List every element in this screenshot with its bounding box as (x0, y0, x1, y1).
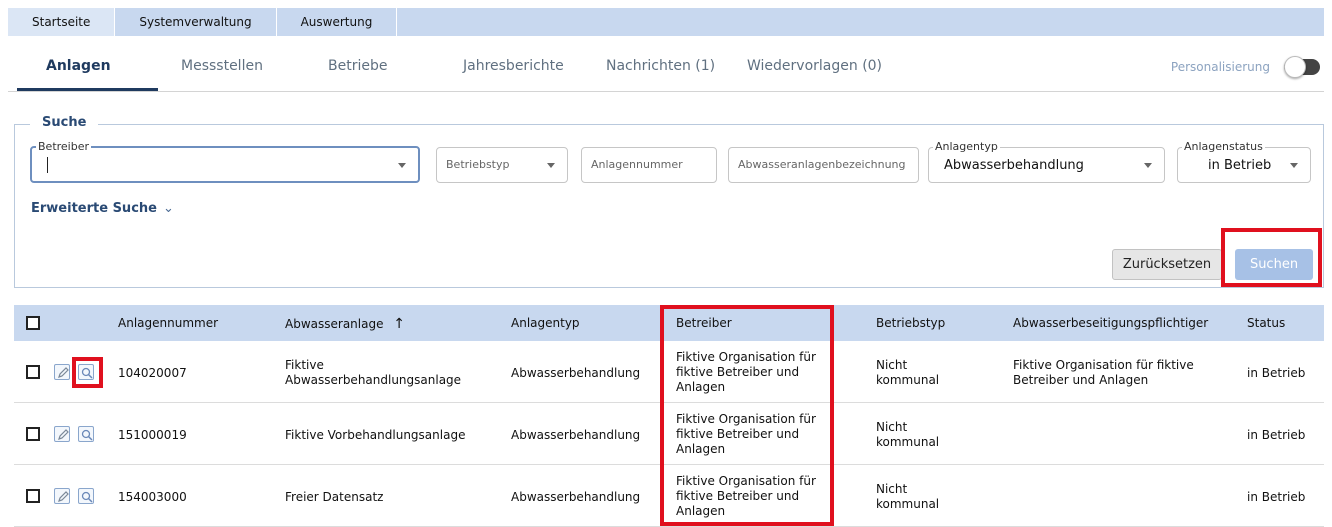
reset-button[interactable]: Zurücksetzen (1112, 249, 1222, 280)
chevron-down-icon (1290, 163, 1298, 168)
col-abwasseranlage-label: Abwasseranlage (285, 317, 384, 331)
table-row[interactable]: 104020007 Fiktive Abwasserbehandlungsanl… (14, 341, 1324, 403)
text-caret (47, 157, 48, 173)
cell-status: in Betrieb (1247, 366, 1306, 380)
cell-abwasseranlage: Fiktive Abwasserbehandlungsanlage (285, 358, 462, 387)
cell-anlagennummer: 154003000 (118, 490, 187, 504)
cell-abwasseranlage: Fiktive Vorbehandlungsanlage (285, 428, 466, 442)
row-checkbox[interactable] (26, 365, 40, 379)
magnifier-icon[interactable] (78, 364, 94, 380)
cell-betriebstyp: Nicht kommunal (876, 482, 940, 511)
tab-nachrichten[interactable]: Nachrichten (1) (606, 58, 715, 74)
menu-auswertung[interactable]: Auswertung (277, 8, 398, 36)
betreiber-label: Betreiber (36, 140, 92, 153)
edit-icon[interactable] (54, 426, 70, 442)
row-checkbox[interactable] (26, 489, 40, 503)
anlagennummer-input[interactable]: Anlagennummer (581, 147, 717, 183)
tab-betriebe[interactable]: Betriebe (328, 58, 387, 74)
menu-startseite[interactable]: Startseite (8, 8, 116, 36)
cell-status: in Betrieb (1247, 428, 1306, 442)
cell-betreiber: Fiktive Organisation für fiktive Betreib… (676, 412, 816, 456)
advanced-search-label: Erweiterte Suche (31, 201, 157, 216)
edit-icon[interactable] (54, 364, 70, 380)
personalization-toggle[interactable] (1284, 56, 1320, 78)
tab-anlagen[interactable]: Anlagen (46, 58, 111, 74)
cell-betreiber: Fiktive Organisation für fiktive Betreib… (676, 350, 816, 394)
cell-abwasseranlage: Freier Datensatz (285, 490, 384, 504)
sort-arrow-up-icon: ↑ (393, 316, 406, 332)
cell-anlagennummer: 151000019 (118, 428, 187, 442)
tab-messstellen[interactable]: Messstellen (181, 58, 263, 74)
magnifier-icon[interactable] (78, 426, 94, 442)
personalization-label: Personalisierung (1170, 60, 1270, 74)
anlagentyp-label: Anlagentyp (933, 140, 1000, 153)
anlagennummer-placeholder: Anlagennummer (591, 158, 683, 171)
cell-status: in Betrieb (1247, 490, 1306, 504)
top-menu: Startseite Systemverwaltung Auswertung (8, 8, 1324, 36)
col-betreiber[interactable]: Betreiber (676, 316, 732, 330)
row-checkbox[interactable] (26, 427, 40, 441)
cell-anlagentyp: Abwasserbehandlung (511, 366, 641, 380)
search-button[interactable]: Suchen (1235, 249, 1313, 280)
col-abwasserbeseitigungspflichtiger[interactable]: Abwasserbeseitigungspflichtiger (1013, 316, 1208, 330)
cell-pflichtiger: Fiktive Organisation für fiktive Betreib… (1013, 358, 1194, 387)
chevron-down-icon (547, 163, 555, 168)
cell-betriebstyp: Nicht kommunal (876, 420, 940, 449)
magnifier-icon[interactable] (78, 488, 94, 504)
table-row[interactable]: 154003000 Freier Datensatz Abwasserbehan… (14, 465, 1324, 527)
table-row[interactable]: 151000019 Fiktive Vorbehandlungsanlage A… (14, 403, 1324, 465)
edit-icon[interactable] (54, 488, 70, 504)
chevron-down-icon: ⌄ (162, 201, 174, 216)
col-betriebstyp[interactable]: Betriebstyp (876, 316, 945, 330)
cell-anlagentyp: Abwasserbehandlung (511, 490, 641, 504)
bezeichnung-placeholder: Abwasseranlagenbezeichnung (738, 158, 906, 171)
anlagenstatus-label: Anlagenstatus (1182, 140, 1265, 153)
tab-jahresberichte[interactable]: Jahresberichte (463, 58, 564, 74)
select-all-checkbox[interactable] (26, 316, 40, 330)
col-status[interactable]: Status (1247, 316, 1285, 330)
chevron-down-icon (398, 163, 406, 168)
anlagentyp-value: Abwasserbehandlung (944, 158, 1084, 173)
anlagentyp-select[interactable]: Anlagentyp Abwasserbehandlung (928, 140, 1165, 183)
active-tab-indicator (17, 88, 158, 91)
advanced-search-toggle[interactable]: Erweiterte Suche ⌄ (31, 201, 174, 216)
cell-betriebstyp: Nicht kommunal (876, 358, 940, 387)
cell-betreiber: Fiktive Organisation für fiktive Betreib… (676, 474, 816, 518)
bezeichnung-input[interactable]: Abwasseranlagenbezeichnung (728, 147, 919, 183)
col-anlagentyp[interactable]: Anlagentyp (511, 316, 580, 330)
chevron-down-icon (1144, 163, 1152, 168)
betriebstyp-placeholder: Betriebstyp (446, 158, 510, 171)
betriebstyp-select[interactable]: Betriebstyp (436, 147, 568, 183)
table-header: Anlagennummer Abwasseranlage ↑ Anlagenty… (14, 305, 1324, 341)
anlagenstatus-value: in Betrieb (1208, 158, 1272, 173)
toggle-knob (1284, 56, 1306, 78)
col-abwasseranlage[interactable]: Abwasseranlage ↑ (285, 316, 405, 332)
cell-anlagennummer: 104020007 (118, 366, 187, 380)
menu-systemverwaltung[interactable]: Systemverwaltung (115, 8, 277, 36)
col-anlagennummer[interactable]: Anlagennummer (118, 316, 218, 330)
main-tabs: Anlagen Messstellen Betriebe Jahresberic… (8, 44, 1324, 92)
cell-anlagentyp: Abwasserbehandlung (511, 428, 641, 442)
anlagenstatus-select[interactable]: Anlagenstatus in Betrieb (1177, 140, 1311, 183)
tab-wiedervorlagen[interactable]: Wiedervorlagen (0) (747, 58, 882, 74)
search-panel-title: Suche (30, 115, 99, 130)
betreiber-select[interactable]: Betreiber (30, 140, 420, 183)
